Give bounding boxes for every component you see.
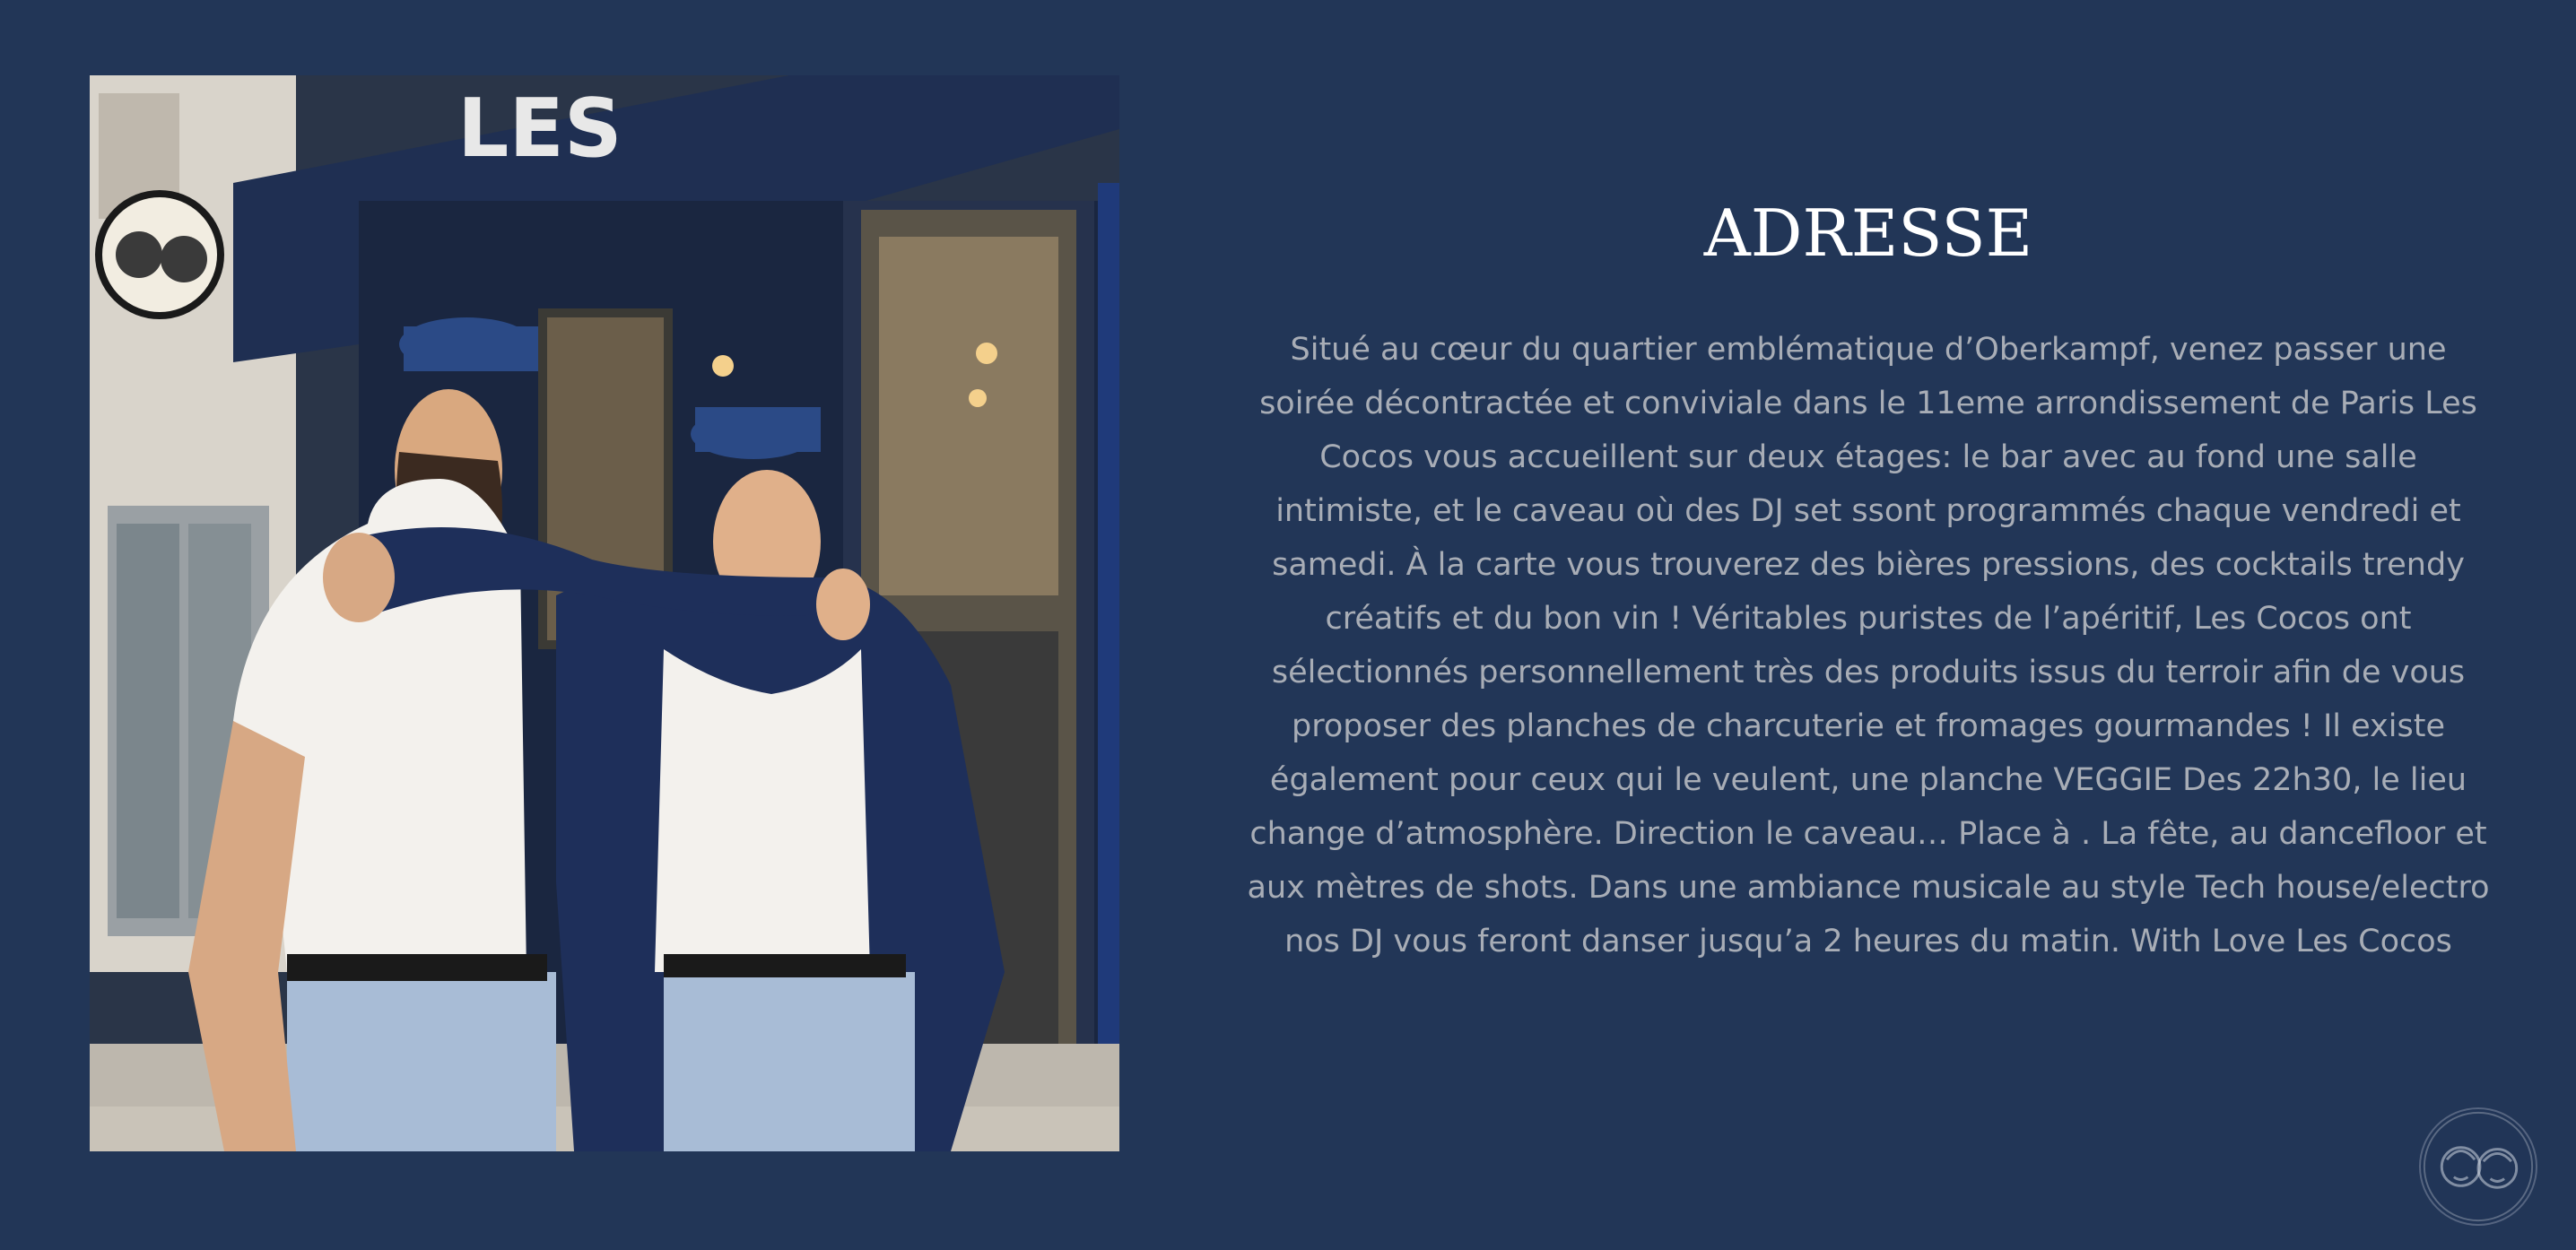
photo-illustration: LES (90, 75, 1119, 1151)
section-description: Situé au cœur du quartier emblématique d… (1247, 332, 2490, 959)
page: LES ADRESSE Situé au cœur du quartier em… (0, 0, 2576, 1250)
les-cocos-logo-icon[interactable] (2419, 1107, 2537, 1226)
section-title: ADRESSE (1703, 195, 2033, 271)
storefront-sign: LES (457, 82, 622, 176)
founders-photo: LES (90, 75, 1119, 1151)
address-section: ADRESSE Situé au cœur du quartier emblém… (1245, 188, 2492, 968)
logo-illustration (2423, 1111, 2534, 1222)
